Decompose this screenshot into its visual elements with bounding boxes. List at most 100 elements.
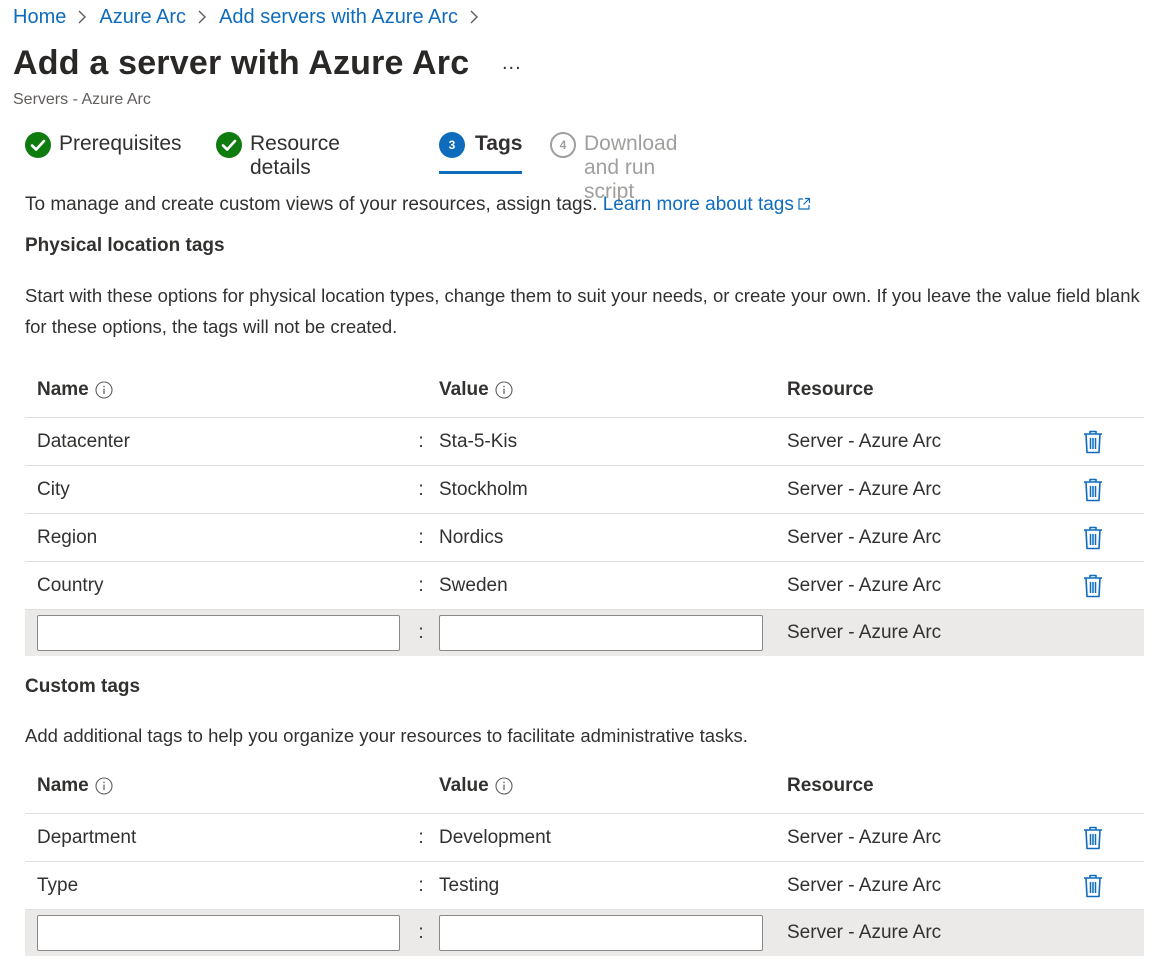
tab-resource-details[interactable]: Resource details [216, 128, 340, 179]
tag-value[interactable]: Development [439, 814, 551, 862]
tab-download-run-script[interactable]: 4 Download and run script [550, 128, 677, 203]
tag-resource: Server - Azure Arc [787, 479, 942, 500]
checkmark-circle-icon [216, 132, 242, 158]
tab-prerequisites[interactable]: Prerequisites [25, 128, 182, 174]
physical-tags-heading: Physical location tags [25, 235, 225, 256]
tag-resource: Server - Azure Arc [787, 527, 942, 548]
custom-tags-heading: Custom tags [25, 676, 141, 697]
table-row: City : Stockholm Server - Azure Arc [25, 466, 1144, 514]
table-row: Region : Nordics Server - Azure Arc [25, 514, 1144, 562]
grid-header: Name Value Resource [25, 758, 1144, 814]
tag-resource: Server - Azure Arc [787, 875, 942, 896]
tag-name[interactable]: Type [37, 862, 78, 910]
tag-value[interactable]: Testing [439, 862, 499, 910]
separator: : [418, 431, 424, 452]
delete-button[interactable] [1082, 514, 1104, 562]
tag-resource: Server - Azure Arc [787, 827, 942, 848]
separator: : [418, 575, 424, 596]
column-header-value: Value [439, 362, 513, 418]
grid-header: Name Value Resource [25, 362, 1144, 418]
tag-value[interactable]: Nordics [439, 514, 503, 562]
chevron-right-icon [469, 9, 479, 25]
breadcrumb-home[interactable]: Home [13, 6, 66, 29]
delete-button[interactable] [1082, 466, 1104, 514]
physical-tags-description: Start with these options for physical lo… [25, 285, 1140, 337]
column-label: Value [439, 379, 489, 400]
breadcrumb: Home Azure Arc Add servers with Azure Ar… [13, 4, 491, 30]
new-tag-name-input[interactable] [37, 615, 400, 651]
delete-button[interactable] [1082, 418, 1104, 466]
table-row: Type : Testing Server - Azure Arc [25, 862, 1144, 910]
column-label: Value [439, 775, 489, 796]
step-number-badge: 4 [550, 132, 576, 158]
column-header-value: Value [439, 758, 513, 814]
tag-resource: Server - Azure Arc [787, 922, 942, 943]
separator: : [418, 827, 424, 848]
new-tag-name-input[interactable] [37, 915, 400, 951]
separator: : [418, 527, 424, 548]
trash-icon [1084, 526, 1102, 550]
tag-value[interactable]: Sweden [439, 562, 508, 610]
column-header-name: Name [37, 362, 113, 418]
separator: : [418, 875, 424, 896]
breadcrumb-azure-arc[interactable]: Azure Arc [99, 6, 186, 29]
new-tag-name-cell [37, 610, 400, 656]
new-tag-row: : Server - Azure Arc [25, 610, 1144, 656]
info-icon[interactable] [495, 381, 513, 399]
checkmark-circle-icon [25, 132, 51, 158]
breadcrumb-add-servers[interactable]: Add servers with Azure Arc [219, 6, 458, 29]
trash-icon [1084, 826, 1102, 850]
tab-label: Prerequisites [59, 132, 182, 155]
physical-tags-grid: Name Value Resource Datacenter : Sta-5-K… [25, 362, 1144, 656]
tag-value[interactable]: Sta-5-Kis [439, 418, 517, 466]
separator: : [418, 622, 424, 643]
column-header-resource: Resource [787, 379, 874, 400]
separator: : [418, 479, 424, 500]
new-tag-value-input[interactable] [439, 615, 763, 651]
learn-more-link[interactable]: Learn more about tags [603, 194, 811, 215]
trash-icon [1084, 478, 1102, 502]
page-title: Add a server with Azure Arc [13, 44, 470, 82]
column-header-resource: Resource [787, 775, 874, 796]
new-tag-name-cell [37, 910, 400, 956]
trash-icon [1084, 874, 1102, 898]
chevron-right-icon [77, 9, 87, 25]
column-label: Name [37, 379, 89, 400]
tag-name[interactable]: Country [37, 562, 104, 610]
more-options-button[interactable]: ... [502, 52, 522, 75]
column-label: Name [37, 775, 89, 796]
intro-description: To manage and create custom views of you… [25, 194, 598, 215]
tag-name[interactable]: City [37, 466, 70, 514]
delete-button[interactable] [1082, 562, 1104, 610]
new-tag-value-cell [439, 910, 763, 956]
tab-label: Resource details [250, 132, 340, 179]
tag-resource: Server - Azure Arc [787, 431, 942, 452]
trash-icon [1084, 574, 1102, 598]
separator: : [418, 922, 424, 943]
info-icon[interactable] [495, 777, 513, 795]
tag-name[interactable]: Datacenter [37, 418, 130, 466]
tag-resource: Server - Azure Arc [787, 622, 942, 643]
tag-value[interactable]: Stockholm [439, 466, 528, 514]
tab-label: Tags [475, 132, 523, 155]
page-subtitle: Servers - Azure Arc [13, 91, 151, 108]
tab-tags[interactable]: 3 Tags [439, 128, 523, 174]
custom-tags-grid: Name Value Resource Department : Develop… [25, 758, 1144, 956]
info-icon[interactable] [95, 777, 113, 795]
tag-name[interactable]: Department [37, 814, 136, 862]
external-link-icon [798, 197, 810, 210]
delete-button[interactable] [1082, 814, 1104, 862]
table-row: Country : Sweden Server - Azure Arc [25, 562, 1144, 610]
intro-text: To manage and create custom views of you… [25, 194, 811, 216]
custom-tags-description: Add additional tags to help you organize… [25, 725, 748, 746]
table-row: Datacenter : Sta-5-Kis Server - Azure Ar… [25, 418, 1144, 466]
info-icon[interactable] [95, 381, 113, 399]
column-header-name: Name [37, 758, 113, 814]
new-tag-value-input[interactable] [439, 915, 763, 951]
step-number-badge: 3 [439, 132, 465, 158]
delete-button[interactable] [1082, 862, 1104, 910]
tag-name[interactable]: Region [37, 514, 97, 562]
new-tag-row: : Server - Azure Arc [25, 910, 1144, 956]
new-tag-value-cell [439, 610, 763, 656]
chevron-right-icon [197, 9, 207, 25]
